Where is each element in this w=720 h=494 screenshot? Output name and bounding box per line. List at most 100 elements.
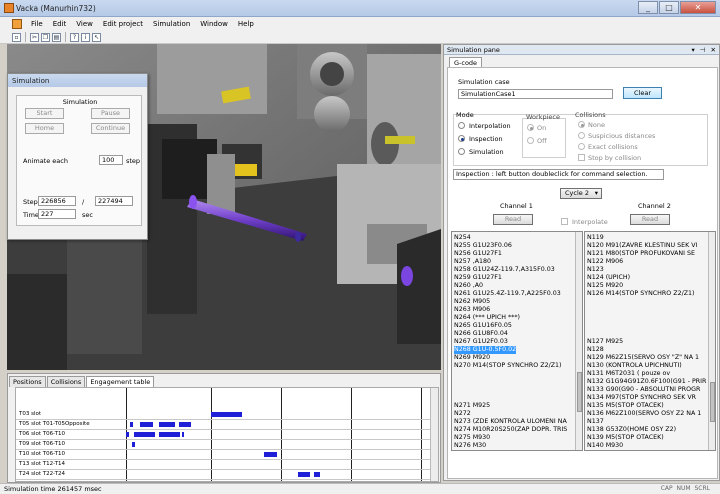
tab-positions[interactable]: Positions — [9, 376, 46, 387]
maximize-button[interactable]: □ — [659, 1, 679, 14]
channel-2-line[interactable]: N130 (KONTROLA UPICHNUTI) — [587, 362, 682, 370]
workpiece-on-radio[interactable] — [527, 124, 534, 131]
home-button[interactable]: Home — [25, 123, 64, 134]
mode-simulation-radio[interactable] — [458, 148, 465, 155]
channel-1-line[interactable]: N266 G1U8F0.04 — [454, 330, 508, 338]
pause-button[interactable]: Pause — [91, 108, 130, 119]
channel-1-line[interactable]: N258 G1U24Z-119.7,A315F0.03 — [454, 266, 555, 274]
channel-1-line[interactable]: N254 — [454, 234, 471, 242]
engagement-row[interactable]: T03 slot — [16, 410, 430, 420]
engagement-table[interactable]: T03 slot T05 slot T01-T05Opposite T06 slot… — [15, 387, 439, 482]
close-button[interactable]: ✕ — [680, 1, 716, 14]
channel-1-line[interactable]: N273 (ZDE KONTROLA ULOMENI NA — [454, 418, 567, 426]
mode-inspection-radio[interactable] — [458, 135, 465, 142]
channel-1-line[interactable]: N261 G1U25.4Z-119.7,A225F0.03 — [454, 290, 561, 298]
workpiece-off-radio[interactable] — [527, 137, 534, 144]
channel-1-scrollbar[interactable] — [575, 232, 582, 450]
collisions-exact-radio[interactable] — [578, 143, 585, 150]
interpolate-checkbox[interactable] — [561, 218, 568, 225]
engagement-scrollbar[interactable] — [430, 388, 438, 481]
menu-view[interactable]: View — [71, 20, 98, 28]
minimize-button[interactable]: _ — [638, 1, 658, 14]
channel-2-scrollbar[interactable] — [708, 232, 715, 450]
engagement-row[interactable]: T24 slot T22-T24 — [16, 470, 430, 480]
channel-1-line[interactable]: N260 ,A0 — [454, 282, 483, 290]
channel-2-line[interactable]: N139 M5(STOP OTACEK) — [587, 434, 664, 442]
channel-2-line[interactable]: N131 M6T2031 ( pouze ov — [587, 370, 670, 378]
channel-1-line[interactable]: N256 G1U27F1 — [454, 250, 502, 258]
engagement-row[interactable]: T09 slot T06-T10 — [16, 440, 430, 450]
channel-2-line[interactable]: N127 M925 — [587, 338, 623, 346]
copy-icon[interactable]: ❐ — [41, 32, 50, 42]
channel-2-line[interactable]: N141 M30 — [587, 450, 619, 451]
engagement-row[interactable]: T10 slot T06-T10 — [16, 450, 430, 460]
channel-1-line[interactable]: N275 M930 — [454, 434, 490, 442]
collisions-suspicious-radio[interactable] — [578, 132, 585, 139]
channel-1-line[interactable]: N255 G1U23F0.06 — [454, 242, 512, 250]
channel-1-line[interactable]: N274 M10R20S250(ZAP DOPR. TRIS — [454, 426, 567, 434]
help-icon[interactable]: ? — [70, 32, 79, 42]
channel-1-line[interactable]: N264 (*** UPICH ***) — [454, 314, 520, 322]
channel-2-line[interactable]: N129 M62Z15(SERVO OSY "Z" NA 1 — [587, 354, 699, 362]
channel-2-line[interactable]: N124 (UPICH) — [587, 274, 630, 282]
mode-interpolation-radio[interactable] — [458, 122, 465, 129]
tab-engagement-table[interactable]: Engagement table — [86, 376, 155, 387]
channel-2-line[interactable]: N125 M920 — [587, 282, 623, 290]
menu-window[interactable]: Window — [195, 20, 233, 28]
menu-edit[interactable]: Edit — [48, 20, 72, 28]
case-field[interactable]: SimulationCase1 — [458, 89, 613, 99]
channel-2-line[interactable]: N122 M906 — [587, 258, 623, 266]
channel-1-line[interactable]: N257 ,A180 — [454, 258, 491, 266]
channel-2-line[interactable]: N133 G90(G90 - ABSOLUTNI PROGR — [587, 386, 700, 394]
engagement-row[interactable]: T13 slot T12-T14 — [16, 460, 430, 470]
clear-button[interactable]: Clear — [623, 87, 662, 99]
read-channel-2-button[interactable]: Read — [630, 214, 670, 225]
paste-icon[interactable]: ▤ — [52, 32, 61, 42]
channel-1-selected-line[interactable]: N268 G1U-0.5F0.02 — [454, 346, 517, 354]
channel-2-line[interactable]: N121 M80(STOP PROFUKOVANI SE — [587, 250, 695, 258]
continue-button[interactable]: Continue — [91, 123, 130, 134]
stop-by-collision-checkbox[interactable] — [578, 154, 585, 161]
channel-2-line[interactable]: N132 G1G94G91Z0.6F100(G91 - PRIR — [587, 378, 706, 386]
new-icon[interactable]: ▫ — [12, 32, 21, 42]
context-help-icon[interactable]: ↖ — [92, 32, 101, 42]
channel-2-gcode-list[interactable]: N141 M30N140 M930N139 M5(STOP OTACEK)N13… — [584, 231, 716, 451]
channel-2-line[interactable]: N128 — [587, 346, 604, 354]
channel-2-scroll-thumb[interactable] — [710, 382, 715, 422]
channel-1-line[interactable]: N263 M906 — [454, 306, 490, 314]
channel-2-line[interactable]: N126 M14(STOP SYNCHRO Z2/Z1) — [587, 290, 694, 298]
channel-1-line[interactable]: N276 M30 — [454, 442, 486, 450]
channel-1-scroll-thumb[interactable] — [577, 372, 582, 412]
channel-1-line[interactable]: N265 G1U16F0.05 — [454, 322, 512, 330]
channel-2-line[interactable]: N135 M5(STOP OTACEK) — [587, 402, 664, 410]
channel-2-line[interactable]: N137 — [587, 418, 604, 426]
menu-edit-project[interactable]: Edit project — [98, 20, 148, 28]
start-button[interactable]: Start — [25, 108, 64, 119]
menu-file[interactable]: File — [26, 20, 48, 28]
channel-2-line[interactable]: N120 M91(ZAVRE KLESTINU SEK VI — [587, 242, 697, 250]
channel-1-line[interactable]: N277 — [454, 450, 471, 451]
app-menu-icon[interactable] — [12, 19, 22, 29]
channel-2-line[interactable]: N136 M62Z100(SERVO OSY Z2 NA 1 — [587, 410, 701, 418]
channel-2-line[interactable]: N138 G53Z0(HOME OSY Z2) — [587, 426, 676, 434]
engagement-row[interactable]: T05 slot T01-T05Opposite — [16, 420, 430, 430]
channel-1-line[interactable]: N259 G1U27F1 — [454, 274, 502, 282]
collisions-none-radio[interactable] — [578, 121, 585, 128]
channel-1-line[interactable]: N269 M920 — [454, 354, 490, 362]
channel-1-line[interactable]: N272 — [454, 410, 471, 418]
channel-2-line[interactable]: N123 — [587, 266, 604, 274]
channel-2-line[interactable]: N134 M97(STOP SYNCHRO SEK VR — [587, 394, 696, 402]
channel-1-line[interactable]: N270 M14(STOP SYNCHRO Z2/Z1) — [454, 362, 561, 370]
about-icon[interactable]: i — [81, 32, 90, 42]
tab-collisions[interactable]: Collisions — [46, 376, 86, 387]
engagement-row[interactable]: T06 slot T06-T10 — [16, 430, 430, 440]
simulation-dialog-title[interactable]: Simulation — [8, 74, 147, 87]
channel-1-gcode-list[interactable]: N277N276 M30N275 M930N274 M10R20S250(ZAP… — [451, 231, 583, 451]
channel-2-line[interactable]: N119 — [587, 234, 604, 242]
channel-2-line[interactable]: N140 M930 — [587, 442, 623, 450]
channel-1-line[interactable]: N267 G1U2F0.03 — [454, 338, 508, 346]
pane-controls[interactable]: ▾ ⊣ ✕ — [691, 46, 716, 54]
menu-help[interactable]: Help — [233, 20, 259, 28]
read-channel-1-button[interactable]: Read — [493, 214, 533, 225]
channel-1-line[interactable]: N271 M925 — [454, 402, 490, 410]
